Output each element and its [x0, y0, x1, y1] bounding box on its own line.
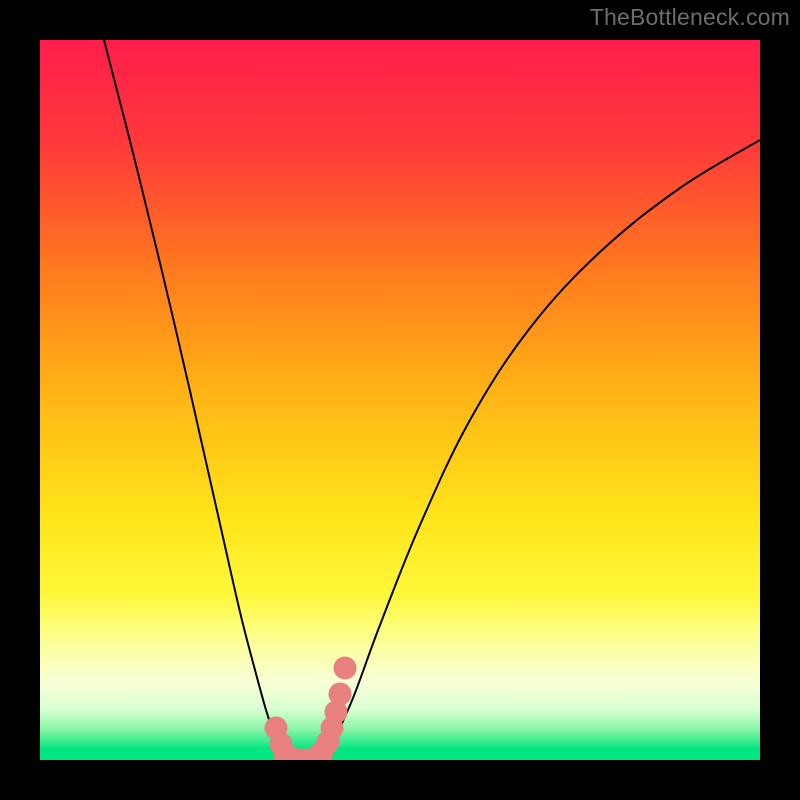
marker-point [334, 657, 356, 679]
chart-frame: TheBottleneck.com [0, 0, 800, 800]
watermark-text: TheBottleneck.com [590, 4, 790, 31]
chart-svg [40, 40, 760, 760]
gradient-background [40, 40, 760, 760]
plot-area [40, 40, 760, 760]
marker-point [329, 683, 351, 705]
